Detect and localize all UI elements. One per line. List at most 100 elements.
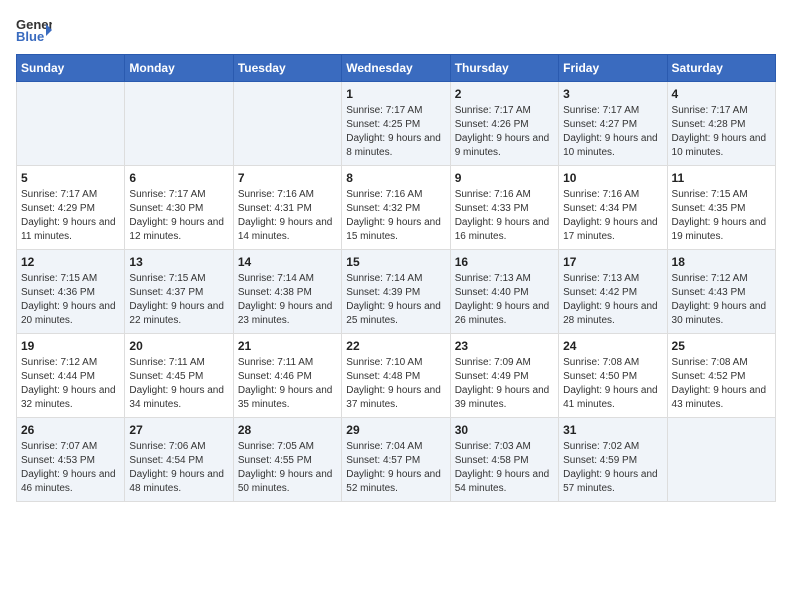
calendar-cell: 29 Sunrise: 7:04 AM Sunset: 4:57 PM Dayli… (342, 418, 450, 502)
calendar-cell: 1Sunrise: 7:17 AM Sunset: 4:25 PM Daylig… (342, 82, 450, 166)
calendar-cell: 6 Sunrise: 7:17 AM Sunset: 4:30 PM Daylig… (125, 166, 233, 250)
day-number: 21 (238, 339, 337, 353)
day-info: Sunrise: 7:15 AM Sunset: 4:36 PM Dayligh… (21, 272, 120, 328)
day-info: Sunrise: 7:12 AM Sunset: 4:44 PM Dayligh… (21, 356, 120, 412)
day-info: Sunrise: 7:11 AM Sunset: 4:45 PM Dayligh… (129, 356, 228, 412)
day-info: Sunrise: 7:12 AM Sunset: 4:43 PM Dayligh… (672, 272, 771, 328)
weekday-header: Saturday (667, 55, 775, 82)
calendar-cell: 11 Sunrise: 7:15 AM Sunset: 4:35 PM Dayli… (667, 166, 775, 250)
day-info: Sunrise: 7:16 AM Sunset: 4:32 PM Dayligh… (346, 188, 445, 244)
weekday-header: Friday (559, 55, 667, 82)
day-info: Sunrise: 7:02 AM Sunset: 4:59 PM Dayligh… (563, 440, 662, 496)
day-info: Sunrise: 7:05 AM Sunset: 4:55 PM Dayligh… (238, 440, 337, 496)
day-info: Sunrise: 7:16 AM Sunset: 4:33 PM Dayligh… (455, 188, 554, 244)
calendar-week-row: 26Sunrise: 7:07 AM Sunset: 4:53 PM Dayli… (17, 418, 776, 502)
calendar-cell (667, 418, 775, 502)
day-number: 16 (455, 255, 554, 269)
weekday-header: Tuesday (233, 55, 341, 82)
calendar-cell: 30 Sunrise: 7:03 AM Sunset: 4:58 PM Dayli… (450, 418, 558, 502)
day-number: 5 (21, 171, 120, 185)
calendar-week-row: 1Sunrise: 7:17 AM Sunset: 4:25 PM Daylig… (17, 82, 776, 166)
day-info: Sunrise: 7:14 AM Sunset: 4:39 PM Dayligh… (346, 272, 445, 328)
day-number: 2 (455, 87, 554, 101)
calendar-cell: 18Sunrise: 7:12 AM Sunset: 4:43 PM Dayli… (667, 250, 775, 334)
day-number: 11 (672, 171, 771, 185)
calendar-cell: 8 Sunrise: 7:16 AM Sunset: 4:32 PM Daylig… (342, 166, 450, 250)
day-info: Sunrise: 7:13 AM Sunset: 4:42 PM Dayligh… (563, 272, 662, 328)
svg-text:Blue: Blue (16, 29, 44, 44)
calendar-cell: 3 Sunrise: 7:17 AM Sunset: 4:27 PM Daylig… (559, 82, 667, 166)
calendar-week-row: 5 Sunrise: 7:17 AM Sunset: 4:29 PM Daylig… (17, 166, 776, 250)
day-info: Sunrise: 7:03 AM Sunset: 4:58 PM Dayligh… (455, 440, 554, 496)
day-number: 23 (455, 339, 554, 353)
day-number: 7 (238, 171, 337, 185)
calendar-cell: 4 Sunrise: 7:17 AM Sunset: 4:28 PM Daylig… (667, 82, 775, 166)
day-number: 29 (346, 423, 445, 437)
calendar-week-row: 12 Sunrise: 7:15 AM Sunset: 4:36 PM Dayli… (17, 250, 776, 334)
logo: General Blue (16, 16, 52, 44)
calendar-week-row: 19 Sunrise: 7:12 AM Sunset: 4:44 PM Dayli… (17, 334, 776, 418)
calendar-cell: 16 Sunrise: 7:13 AM Sunset: 4:40 PM Dayli… (450, 250, 558, 334)
day-info: Sunrise: 7:16 AM Sunset: 4:31 PM Dayligh… (238, 188, 337, 244)
day-number: 22 (346, 339, 445, 353)
day-info: Sunrise: 7:15 AM Sunset: 4:35 PM Dayligh… (672, 188, 771, 244)
day-number: 27 (129, 423, 228, 437)
calendar-cell: 10Sunrise: 7:16 AM Sunset: 4:34 PM Dayli… (559, 166, 667, 250)
day-number: 12 (21, 255, 120, 269)
calendar-cell: 31 Sunrise: 7:02 AM Sunset: 4:59 PM Dayli… (559, 418, 667, 502)
day-number: 15 (346, 255, 445, 269)
logo-icon: General Blue (16, 16, 52, 44)
day-info: Sunrise: 7:16 AM Sunset: 4:34 PM Dayligh… (563, 188, 662, 244)
day-info: Sunrise: 7:13 AM Sunset: 4:40 PM Dayligh… (455, 272, 554, 328)
calendar-cell: 14 Sunrise: 7:14 AM Sunset: 4:38 PM Dayli… (233, 250, 341, 334)
calendar-cell: 27Sunrise: 7:06 AM Sunset: 4:54 PM Dayli… (125, 418, 233, 502)
calendar-cell: 26Sunrise: 7:07 AM Sunset: 4:53 PM Dayli… (17, 418, 125, 502)
weekday-header: Wednesday (342, 55, 450, 82)
day-number: 8 (346, 171, 445, 185)
day-number: 4 (672, 87, 771, 101)
calendar-cell: 9Sunrise: 7:16 AM Sunset: 4:33 PM Daylig… (450, 166, 558, 250)
day-info: Sunrise: 7:08 AM Sunset: 4:50 PM Dayligh… (563, 356, 662, 412)
calendar-cell: 28 Sunrise: 7:05 AM Sunset: 4:55 PM Dayli… (233, 418, 341, 502)
day-number: 25 (672, 339, 771, 353)
day-info: Sunrise: 7:17 AM Sunset: 4:27 PM Dayligh… (563, 104, 662, 160)
day-number: 14 (238, 255, 337, 269)
day-number: 31 (563, 423, 662, 437)
calendar-header-row: SundayMondayTuesdayWednesdayThursdayFrid… (17, 55, 776, 82)
calendar-cell: 12 Sunrise: 7:15 AM Sunset: 4:36 PM Dayli… (17, 250, 125, 334)
calendar-cell: 7 Sunrise: 7:16 AM Sunset: 4:31 PM Daylig… (233, 166, 341, 250)
day-info: Sunrise: 7:17 AM Sunset: 4:30 PM Dayligh… (129, 188, 228, 244)
day-info: Sunrise: 7:04 AM Sunset: 4:57 PM Dayligh… (346, 440, 445, 496)
weekday-header: Monday (125, 55, 233, 82)
calendar-cell (233, 82, 341, 166)
day-info: Sunrise: 7:17 AM Sunset: 4:25 PM Dayligh… (346, 104, 445, 160)
weekday-header: Sunday (17, 55, 125, 82)
day-number: 13 (129, 255, 228, 269)
calendar-cell (125, 82, 233, 166)
calendar-cell: 24Sunrise: 7:08 AM Sunset: 4:50 PM Dayli… (559, 334, 667, 418)
day-number: 30 (455, 423, 554, 437)
calendar-cell: 15 Sunrise: 7:14 AM Sunset: 4:39 PM Dayli… (342, 250, 450, 334)
calendar-cell: 22 Sunrise: 7:10 AM Sunset: 4:48 PM Dayli… (342, 334, 450, 418)
calendar-cell: 13Sunrise: 7:15 AM Sunset: 4:37 PM Dayli… (125, 250, 233, 334)
day-number: 6 (129, 171, 228, 185)
page-header: General Blue (16, 16, 776, 44)
day-number: 26 (21, 423, 120, 437)
day-number: 20 (129, 339, 228, 353)
day-info: Sunrise: 7:14 AM Sunset: 4:38 PM Dayligh… (238, 272, 337, 328)
calendar-cell (17, 82, 125, 166)
calendar-cell: 5 Sunrise: 7:17 AM Sunset: 4:29 PM Daylig… (17, 166, 125, 250)
day-info: Sunrise: 7:10 AM Sunset: 4:48 PM Dayligh… (346, 356, 445, 412)
calendar-cell: 25Sunrise: 7:08 AM Sunset: 4:52 PM Dayli… (667, 334, 775, 418)
day-info: Sunrise: 7:11 AM Sunset: 4:46 PM Dayligh… (238, 356, 337, 412)
calendar-cell: 2Sunrise: 7:17 AM Sunset: 4:26 PM Daylig… (450, 82, 558, 166)
calendar-cell: 21 Sunrise: 7:11 AM Sunset: 4:46 PM Dayli… (233, 334, 341, 418)
day-number: 19 (21, 339, 120, 353)
day-info: Sunrise: 7:17 AM Sunset: 4:29 PM Dayligh… (21, 188, 120, 244)
day-info: Sunrise: 7:17 AM Sunset: 4:28 PM Dayligh… (672, 104, 771, 160)
calendar-cell: 20 Sunrise: 7:11 AM Sunset: 4:45 PM Dayli… (125, 334, 233, 418)
calendar-cell: 23Sunrise: 7:09 AM Sunset: 4:49 PM Dayli… (450, 334, 558, 418)
day-number: 3 (563, 87, 662, 101)
calendar-table: SundayMondayTuesdayWednesdayThursdayFrid… (16, 54, 776, 502)
day-number: 28 (238, 423, 337, 437)
